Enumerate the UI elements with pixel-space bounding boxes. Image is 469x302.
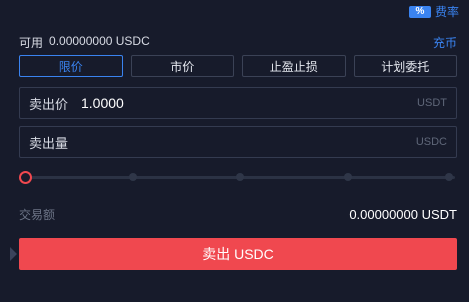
- slider-step-50[interactable]: [236, 173, 244, 181]
- sell-quantity-label: 卖出量: [29, 135, 69, 151]
- tab-market[interactable]: 市价: [130, 55, 234, 77]
- collapse-arrow-icon: [10, 247, 17, 261]
- available-balance: 0.00000000 USDC: [49, 34, 150, 48]
- tab-limit[interactable]: 限价: [19, 55, 123, 77]
- price-unit: USDT: [417, 97, 447, 109]
- order-type-tabs: 限价 市价 止盈止损 计划委托: [19, 55, 457, 77]
- sell-button[interactable]: 卖出 USDC: [19, 238, 457, 270]
- fee-rate-label: 费率: [434, 5, 459, 19]
- trade-amount-label: 交易额: [19, 208, 56, 222]
- trade-panel: % 费率 可用 0.00000000 USDC 充币 限价 市价 止盈止损 计划…: [0, 0, 469, 302]
- percent-icon: %: [408, 5, 431, 18]
- slider-step-100[interactable]: [445, 173, 453, 181]
- fee-rate-link[interactable]: % 费率: [408, 3, 459, 20]
- slider-step-25[interactable]: [128, 173, 137, 181]
- tab-take-profit-stop-loss[interactable]: 止盈止损: [242, 55, 346, 77]
- trade-amount-row: 交易额 0.00000000 USDT: [19, 206, 457, 223]
- sell-quantity-input[interactable]: [81, 134, 416, 150]
- trade-amount-value: 0.00000000 USDT: [349, 207, 457, 222]
- sell-price-input[interactable]: [81, 95, 418, 111]
- amount-slider[interactable]: [19, 170, 457, 184]
- quantity-unit: USDC: [415, 136, 447, 148]
- slider-step-75[interactable]: [343, 173, 352, 181]
- available-label: 可用: [19, 36, 44, 50]
- available-row: 可用 0.00000000 USDC 充币: [19, 34, 457, 51]
- sell-price-label: 卖出价: [29, 96, 69, 112]
- deposit-link[interactable]: 充币: [433, 34, 457, 51]
- sell-price-field[interactable]: 卖出价 USDT: [19, 87, 457, 119]
- tab-trigger-order[interactable]: 计划委托: [353, 55, 457, 77]
- sell-quantity-field[interactable]: 卖出量 USDC: [19, 126, 457, 158]
- slider-handle[interactable]: [19, 171, 32, 184]
